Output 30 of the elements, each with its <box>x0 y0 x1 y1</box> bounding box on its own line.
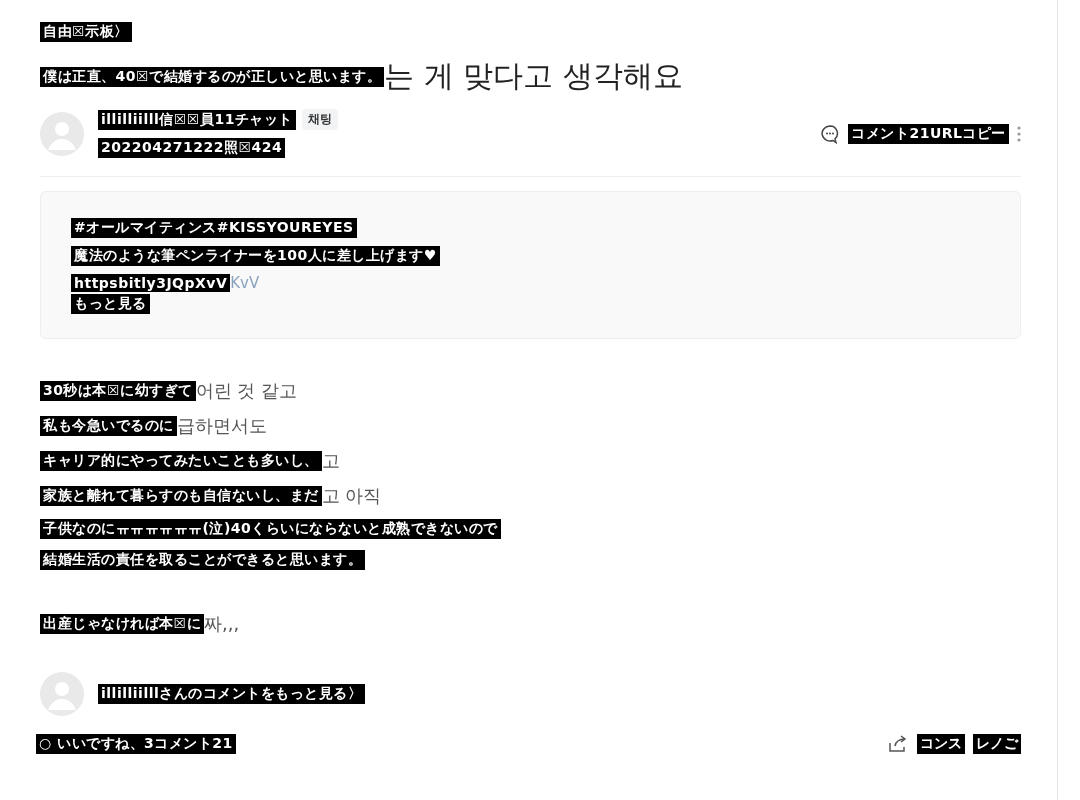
comment-url-copy[interactable]: コメント21URLコピー <box>848 123 1009 144</box>
body-text: 結婚生活の責任を取ることができると思います。 <box>40 550 365 570</box>
body-text-remainder: 급하면서도 <box>176 414 267 438</box>
body-text: 出産じゃなければ本☒に <box>40 614 205 634</box>
promo-text: 魔法のような筆ペンライナーを100人に差し上げます♥ <box>71 246 440 266</box>
post-meta: 202204271222照☒424 <box>98 138 286 158</box>
body-text-remainder: 고 <box>321 449 340 473</box>
post-title: 僕は正直、40☒で結婚するのが正しいと思います。 <box>40 66 385 87</box>
body-text-remainder: 어린 것 같고 <box>195 379 297 403</box>
body-text: 30秒は本☒に幼すぎて <box>40 381 196 401</box>
more-icon[interactable] <box>1017 124 1021 143</box>
footer-button[interactable]: コンス <box>917 734 965 754</box>
post-stats: ○ いいですね、3コメント21 <box>36 734 236 754</box>
body-text: 家族と離れて暮らすのも自信ないし、まだ <box>40 486 322 506</box>
body-text-remainder: 고 아직 <box>321 484 382 508</box>
post-title-remainder: 는 게 맞다고 생각해요 <box>384 57 683 95</box>
footer-button[interactable]: レノご <box>973 734 1021 754</box>
body-text-remainder: 짜,,, <box>204 612 240 636</box>
chat-badge[interactable]: 채팅 <box>301 109 338 130</box>
promo-link[interactable]: httpsbitly3JQpXvV <box>71 274 231 292</box>
body-text: 私も今急いでるのに <box>40 416 177 436</box>
author-name[interactable]: illilliilll信☒☒員11チャット <box>98 109 296 130</box>
share-icon[interactable] <box>887 735 909 753</box>
more-link[interactable]: もっと見る <box>71 294 150 314</box>
breadcrumb-link[interactable]: 自由☒示板〉 <box>40 22 132 42</box>
promo-text: #オールマイティンス#KISSYOUREYES <box>71 218 357 238</box>
body-text: キャリア的にやってみたいことも多いし、 <box>40 451 322 471</box>
author-more-link[interactable]: illilliilllさんのコメントをもっと見る〉 <box>98 684 366 704</box>
body-text: 子供なのにㅠㅠㅠㅠㅠㅠ(泣)40くらいにならないと成熟できないので <box>40 519 501 539</box>
comment-icon[interactable] <box>820 123 841 144</box>
